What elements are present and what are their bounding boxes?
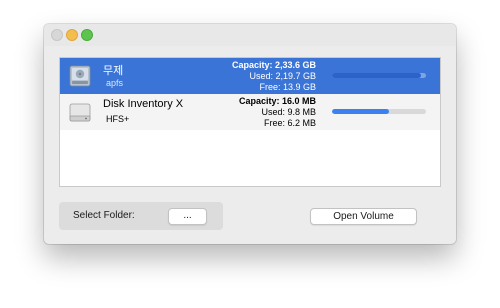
volume-stats: Capacity: 2,33.6 GB Used: 2,19.7 GB Free… — [232, 60, 316, 93]
volume-list: 무제 apfs Capacity: 2,33.6 GB Used: 2,19.7… — [59, 57, 441, 187]
volume-filesystem: apfs — [106, 78, 124, 88]
volume-row[interactable]: Disk Inventory X HFS+ Capacity: 16.0 MB … — [60, 94, 440, 130]
volume-used: Used: 9.8 MB — [261, 107, 316, 117]
volume-free: Free: 13.9 GB — [259, 82, 316, 92]
app-window: 무제 apfs Capacity: 2,33.6 GB Used: 2,19.7… — [44, 24, 456, 244]
usage-bar-fill — [332, 73, 422, 78]
usage-bar — [332, 73, 426, 78]
zoom-window-button[interactable] — [81, 29, 93, 41]
usage-bar-fill — [332, 109, 390, 114]
open-volume-button[interactable]: Open Volume — [310, 208, 417, 225]
volume-free: Free: 6.2 MB — [263, 118, 316, 128]
browse-folder-button[interactable]: ... — [168, 208, 207, 225]
volume-name: 무제 — [103, 65, 124, 77]
volume-filesystem: HFS+ — [106, 114, 130, 124]
title-bar — [44, 24, 456, 46]
volume-capacity: Capacity: 16.0 MB — [238, 96, 316, 106]
volume-used: Used: 2,19.7 GB — [249, 71, 316, 81]
volume-row[interactable]: 무제 apfs Capacity: 2,33.6 GB Used: 2,19.7… — [60, 58, 440, 94]
internal-disk-icon — [69, 65, 91, 87]
volume-name: Disk Inventory X — [103, 98, 184, 110]
close-window-button[interactable] — [51, 29, 63, 41]
volume-stats: Capacity: 16.0 MB Used: 9.8 MB Free: 6.2… — [239, 96, 316, 129]
usage-bar — [332, 109, 426, 114]
volume-capacity: Capacity: 2,33.6 GB — [231, 60, 316, 70]
disk-image-icon — [69, 103, 91, 122]
select-folder-label: Select Folder: — [73, 210, 135, 221]
minimize-window-button[interactable] — [66, 29, 78, 41]
